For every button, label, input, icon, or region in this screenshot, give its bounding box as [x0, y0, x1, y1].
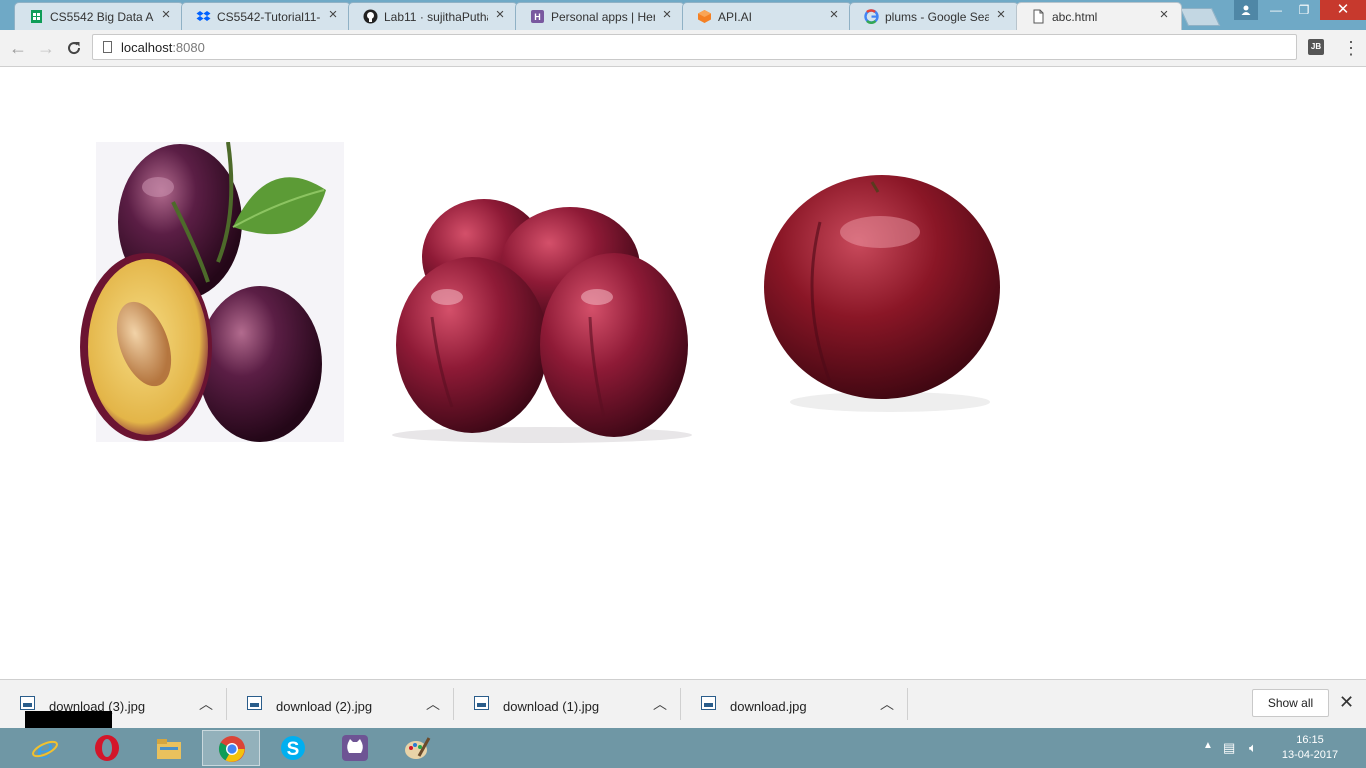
paint-icon — [405, 737, 431, 759]
menu-button[interactable]: ⋮ — [1342, 38, 1360, 58]
chevron-up-icon[interactable]: ︿ — [199, 694, 213, 714]
url-host: localhost — [121, 40, 173, 55]
close-shelf-button[interactable]: ✕ — [1339, 692, 1354, 713]
url-text[interactable]: localhost:8080 — [121, 40, 205, 55]
show-all-button[interactable]: Show all — [1252, 689, 1329, 717]
close-icon[interactable]: × — [994, 7, 1008, 22]
download-item[interactable]: download (1).jpg ︿ — [454, 680, 681, 728]
taskbar: e S ▲ ▤ 🔈︎ 16:15 13-04-2017 — [0, 728, 1366, 768]
tab-abc-html[interactable]: abc.html × — [1016, 2, 1182, 30]
page-icon — [1033, 9, 1044, 24]
opera-icon — [95, 735, 119, 761]
close-icon[interactable]: × — [159, 7, 173, 22]
svg-text:S: S — [287, 739, 300, 760]
page-icon — [103, 41, 112, 53]
system-clock[interactable]: 16:15 13-04-2017 — [1278, 733, 1342, 763]
close-icon[interactable]: × — [827, 7, 841, 22]
volume-icon[interactable]: 🔈︎ — [1249, 740, 1257, 756]
taskbar-paint[interactable] — [388, 730, 446, 766]
tab-label: Lab11 · sujithaPutha — [384, 10, 488, 24]
close-icon[interactable]: × — [1157, 7, 1171, 22]
close-icon[interactable]: × — [660, 7, 674, 22]
taskbar-github-desktop[interactable] — [326, 730, 384, 766]
network-icon[interactable]: ▤ — [1223, 740, 1235, 756]
chevron-up-icon[interactable]: ︿ — [880, 694, 894, 714]
plum-image-1 — [80, 142, 344, 442]
address-bar[interactable]: localhost:8080 — [92, 34, 1297, 60]
svg-text:e: e — [37, 734, 54, 762]
tab-api-ai[interactable]: API.AI × — [682, 2, 852, 30]
tab-label: plums - Google Sea — [885, 10, 989, 24]
tab-plums-google-search[interactable]: plums - Google Sea × — [849, 2, 1019, 30]
new-tab-button[interactable] — [1179, 8, 1221, 26]
clock-time: 16:15 — [1296, 734, 1324, 746]
window-close-button[interactable]: ✕ — [1320, 0, 1366, 20]
close-icon[interactable]: × — [326, 7, 340, 22]
show-hidden-icons-button[interactable]: ▲ — [1203, 740, 1213, 751]
tooltip-overlay — [25, 711, 112, 729]
image-file-icon — [474, 696, 489, 710]
minimize-button[interactable]: — — [1262, 0, 1290, 20]
user-profile-button[interactable] — [1234, 0, 1258, 20]
browser-toolbar: ← → localhost:8080 JB ⋮ — [0, 30, 1366, 67]
skype-icon: S — [281, 736, 305, 760]
tab-label: CS5542 Big Data Ar — [50, 10, 154, 24]
download-filename: download (2).jpg — [276, 699, 373, 714]
plum-image-3 — [764, 175, 1000, 412]
taskbar-chrome[interactable] — [202, 730, 260, 766]
back-button[interactable]: ← — [8, 38, 28, 58]
taskbar-skype[interactable]: S — [264, 730, 322, 766]
tab-label: abc.html — [1052, 10, 1098, 24]
extension-button[interactable]: JB — [1308, 39, 1324, 55]
reload-icon — [68, 42, 81, 55]
chrome-icon — [218, 736, 245, 762]
github-icon — [363, 9, 378, 24]
restore-button[interactable]: ❐ — [1290, 0, 1318, 20]
close-icon[interactable]: × — [493, 7, 507, 22]
heroku-icon: H — [531, 10, 544, 23]
apiai-icon — [698, 10, 711, 23]
google-icon — [864, 9, 879, 24]
tab-label: API.AI — [718, 10, 753, 24]
image-file-icon — [20, 696, 35, 710]
taskbar-opera[interactable] — [78, 730, 136, 766]
svg-text:H: H — [534, 12, 541, 22]
chevron-up-icon[interactable]: ︿ — [653, 694, 667, 714]
download-item[interactable]: download.jpg ︿ — [681, 680, 908, 728]
tab-label: Personal apps | Herc — [551, 10, 655, 24]
page-content — [0, 67, 1366, 679]
image-file-icon — [247, 696, 262, 710]
plum-image-2 — [392, 199, 692, 443]
image-file-icon — [701, 696, 716, 710]
reload-button[interactable] — [64, 38, 84, 58]
tab-lab11-github[interactable]: Lab11 · sujithaPutha × — [348, 2, 518, 30]
download-shelf: download (3).jpg ︿ download (2).jpg ︿ do… — [0, 679, 1366, 729]
file-explorer-icon — [157, 739, 181, 759]
forward-button[interactable]: → — [36, 38, 56, 58]
divider — [907, 688, 908, 720]
sheets-icon — [31, 10, 42, 23]
tab-strip: CS5542 Big Data Ar × CS5542-Tutorial11- … — [0, 0, 1366, 30]
tab-heroku-apps[interactable]: H Personal apps | Herc × — [515, 2, 685, 30]
dropbox-icon — [196, 11, 211, 21]
tab-cs5542-big-data[interactable]: CS5542 Big Data Ar × — [14, 2, 184, 30]
url-port: :8080 — [172, 40, 205, 55]
user-icon — [1241, 5, 1251, 15]
chevron-up-icon[interactable]: ︿ — [426, 694, 440, 714]
tab-label: CS5542-Tutorial11- — [217, 10, 321, 24]
download-filename: download.jpg — [730, 699, 807, 714]
tab-cs5542-tutorial[interactable]: CS5542-Tutorial11- × — [181, 2, 351, 30]
taskbar-file-explorer[interactable] — [140, 730, 198, 766]
ie-icon: e — [32, 734, 58, 762]
taskbar-ie[interactable]: e — [16, 730, 74, 766]
download-filename: download (1).jpg — [503, 699, 600, 714]
github-desktop-icon — [342, 735, 368, 761]
clock-date: 13-04-2017 — [1281, 749, 1339, 761]
download-item[interactable]: download (2).jpg ︿ — [227, 680, 454, 728]
